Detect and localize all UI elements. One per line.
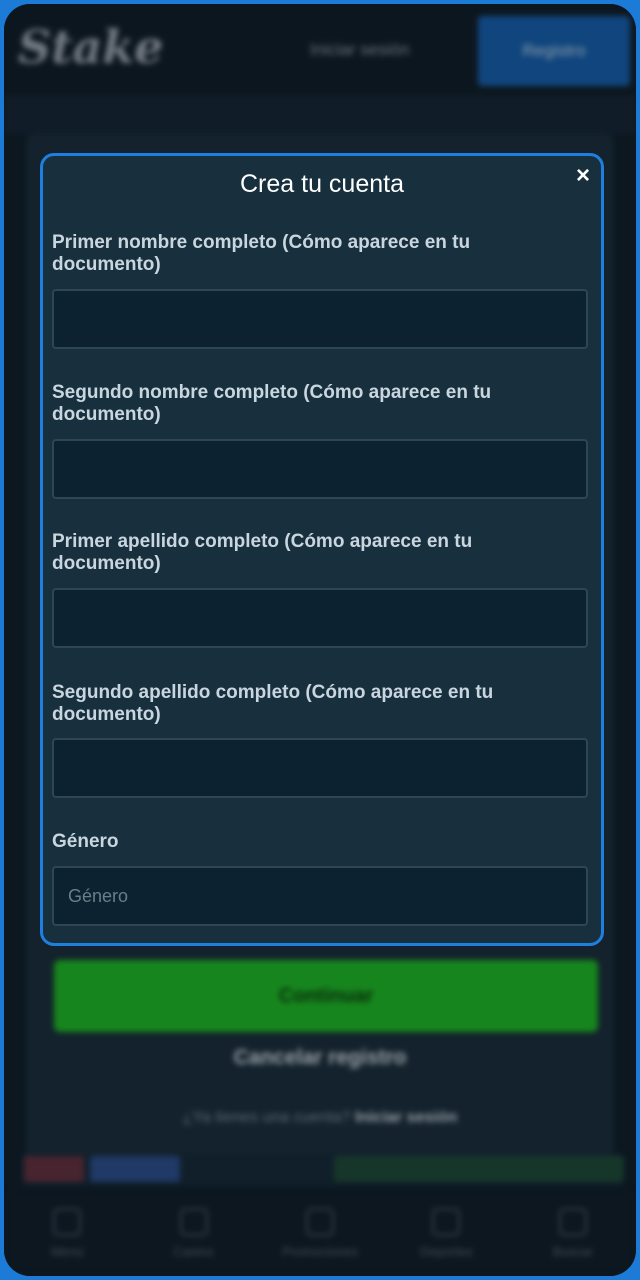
second-name-field[interactable] [52,439,588,499]
close-icon[interactable]: × [571,164,595,188]
second-surname-field[interactable] [52,738,588,798]
gender-label: Género [52,831,119,852]
first-name-label: Primer nombre completo (Cómo aparece en … [52,232,471,275]
first-surname-label: Primer apellido completo (Cómo aparece e… [52,531,473,574]
first-surname-field[interactable] [52,588,588,648]
first-name-field[interactable] [52,289,588,349]
second-name-label: Segundo nombre completo (Cómo aparece en… [52,382,492,425]
second-surname-label: Segundo apellido completo (Cómo aparece … [52,682,494,725]
gender-field[interactable] [52,866,588,926]
modal-title: Crea tu cuenta [240,170,404,198]
create-account-modal: Crea tu cuenta × Primer nombre completo … [40,153,604,946]
